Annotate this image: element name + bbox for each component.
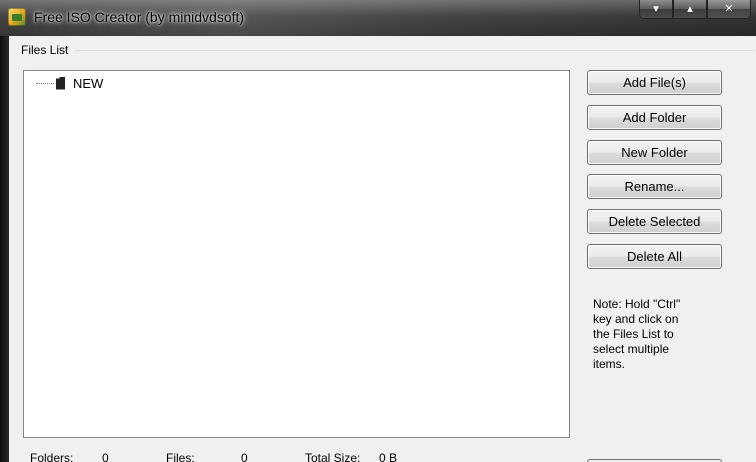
tree-connector	[36, 82, 54, 84]
folders-label: Folders:	[30, 451, 74, 462]
add-folder-button[interactable]: Add Folder	[587, 105, 722, 130]
add-files-button[interactable]: Add File(s)	[587, 70, 722, 95]
files-list-tree[interactable]: NEW	[23, 70, 570, 438]
folders-count: 0	[102, 451, 109, 462]
caption-buttons: ▾ ▴ ✕	[639, 0, 751, 20]
total-size-value: 0 B	[379, 451, 398, 462]
delete-selected-button[interactable]: Delete Selected	[587, 209, 722, 234]
tree-item-label: NEW	[73, 75, 104, 91]
total-size-label: Total Size:	[305, 451, 361, 462]
close-button[interactable]: ✕	[707, 0, 751, 19]
app-window: Free ISO Creator (by minidvdsoft) ▾ ▴ ✕ …	[0, 0, 756, 462]
title-bar[interactable]: Free ISO Creator (by minidvdsoft) ▾ ▴ ✕	[0, 0, 756, 36]
folder-icon	[56, 76, 65, 90]
app-icon	[8, 8, 26, 26]
files-label: Files:	[166, 451, 195, 462]
selection-note: Note: Hold "Ctrl" key and click on the F…	[593, 297, 681, 371]
tree-item[interactable]: NEW	[36, 74, 103, 92]
group-divider	[75, 50, 755, 51]
maximize-button[interactable]: ▴	[673, 0, 707, 19]
new-folder-button[interactable]: New Folder	[587, 140, 722, 165]
window-title: Free ISO Creator (by minidvdsoft)	[34, 9, 245, 25]
files-count: 0	[241, 451, 248, 462]
minimize-button[interactable]: ▾	[639, 0, 673, 19]
client-area: Files List NEW Add File(s) Add Folder Ne…	[9, 36, 756, 462]
rename-button[interactable]: Rename...	[587, 174, 722, 199]
delete-all-button[interactable]: Delete All	[587, 244, 722, 269]
window-left-edge	[0, 36, 9, 462]
files-list-label: Files List	[21, 43, 69, 57]
